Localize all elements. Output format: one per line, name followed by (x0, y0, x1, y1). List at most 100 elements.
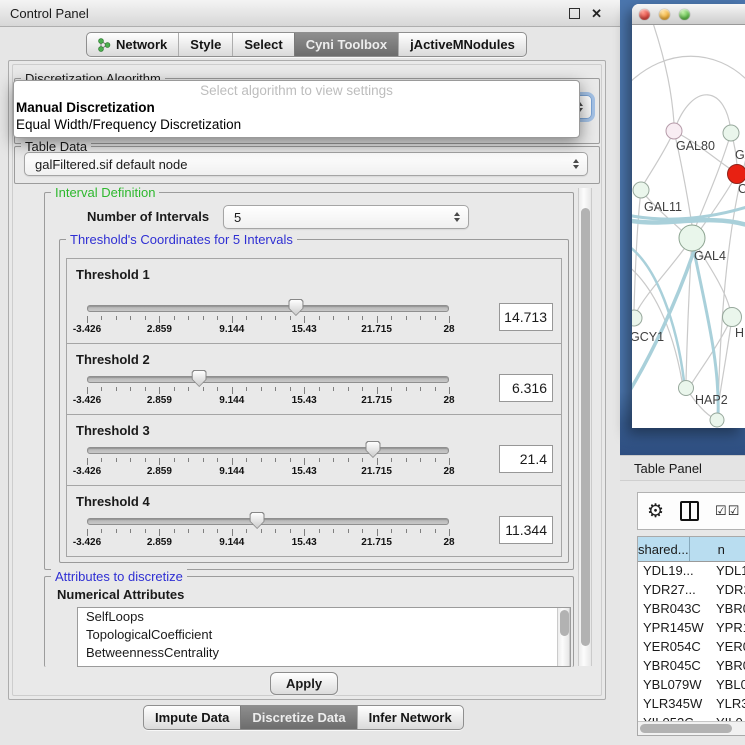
tab-label: Style (190, 37, 221, 52)
tab-label: Infer Network (369, 710, 452, 725)
cell-shared-name[interactable]: YPR145W (638, 618, 708, 637)
network-edge[interactable] (652, 25, 674, 123)
column-header-name[interactable]: n (690, 537, 745, 561)
table-row[interactable]: YPR145WYPR1 (638, 618, 745, 637)
network-node-right[interactable] (723, 308, 742, 327)
cell-name[interactable]: YIL0 (708, 713, 743, 721)
network-edge[interactable] (632, 220, 745, 225)
minimize-traffic-light-icon[interactable] (659, 9, 670, 20)
network-canvas[interactable]: GAL80GACGAL11GAL4GCY1HHAP2 (632, 25, 745, 428)
cell-shared-name[interactable]: YIL052C (638, 713, 708, 721)
network-node-gal11[interactable] (633, 182, 649, 198)
threshold-2-slider-thumb[interactable] (192, 370, 207, 387)
column-header-shared[interactable]: shared... (638, 537, 690, 561)
num-intervals-combo[interactable]: 5 (223, 205, 469, 229)
settings-gear-icon[interactable]: ⚙ (647, 502, 664, 521)
close-icon[interactable]: ✕ (591, 7, 602, 20)
threshold-3-value-field[interactable]: 21.4 (499, 445, 553, 473)
numerical-attributes-label: Numerical Attributes (57, 587, 184, 602)
table-row[interactable]: YBL079WYBL0 (638, 675, 745, 694)
content-scrollbar[interactable] (578, 188, 592, 666)
table-row[interactable]: YDR27...YDR2 (638, 580, 745, 599)
tab-cyni-toolbox[interactable]: Cyni Toolbox (294, 33, 398, 56)
tab-select[interactable]: Select (232, 33, 293, 56)
network-edge[interactable] (632, 251, 694, 395)
cell-shared-name[interactable]: YLR345W (638, 694, 708, 713)
threshold-1-slider[interactable]: -3.4262.8599.14415.4321.71528 (87, 298, 449, 336)
threshold-3-slider-track[interactable] (87, 447, 449, 454)
slider-tick-labels: -3.4262.8599.14415.4321.71528 (87, 537, 449, 549)
table-row[interactable]: YIL052CYIL0 (638, 713, 745, 721)
cell-shared-name[interactable]: YBR043C (638, 599, 708, 618)
attributes-list-scrollbar-thumb[interactable] (560, 610, 569, 636)
table-row[interactable]: YBR045CYBR0 (638, 656, 745, 675)
threshold-3-slider-thumb[interactable] (365, 441, 380, 458)
cell-shared-name[interactable]: YBL079W (638, 675, 708, 694)
table-row[interactable]: YLR345WYLR3 (638, 694, 745, 713)
table-row[interactable]: YBR043CYBR0 (638, 599, 745, 618)
network-node-gal4[interactable] (679, 225, 705, 251)
float-window-icon[interactable] (569, 8, 580, 19)
tab-jactivemnodules[interactable]: jActiveMNodules (398, 33, 526, 56)
cell-name[interactable]: YDL1 (708, 561, 745, 580)
attribute-item-selfloops[interactable]: SelfLoops (78, 608, 570, 626)
split-view-icon[interactable] (680, 501, 699, 521)
network-edge[interactable] (674, 95, 731, 133)
tab-style[interactable]: Style (178, 33, 232, 56)
threshold-4-slider-thumb[interactable] (250, 512, 265, 529)
attributes-list-scrollbar[interactable] (557, 608, 570, 666)
cell-shared-name[interactable]: YER054C (638, 637, 708, 656)
cell-name[interactable]: YLR3 (708, 694, 745, 713)
tab-network[interactable]: Network (87, 33, 178, 56)
attribute-item-betweennesscentrality[interactable]: BetweennessCentrality (78, 644, 570, 662)
network-node-pink[interactable] (666, 123, 682, 139)
cell-name[interactable]: YBR0 (708, 656, 745, 675)
threshold-1-value-field[interactable]: 14.713 (499, 303, 553, 331)
network-node-hap2[interactable] (679, 381, 694, 396)
network-node-gcy1[interactable] (632, 310, 642, 326)
threshold-1-slider-thumb[interactable] (288, 299, 303, 316)
cell-name[interactable]: YDR2 (708, 580, 745, 599)
network-node-bottom[interactable] (710, 413, 724, 427)
threshold-4-slider[interactable]: -3.4262.8599.14415.4321.71528 (87, 511, 449, 549)
cell-name[interactable]: YER0 (708, 637, 745, 656)
tick-label: 9.144 (219, 324, 244, 335)
apply-button[interactable]: Apply (270, 672, 338, 695)
table-data-combo[interactable]: galFiltered.sif default node (24, 152, 588, 176)
algorithm-option-manual-discretization[interactable]: Manual Discretization (14, 99, 579, 116)
network-node-top-right[interactable] (723, 125, 739, 141)
table-row[interactable]: YDL19...YDL1 (638, 561, 745, 580)
network-node-label: H (735, 326, 744, 340)
threshold-3-slider[interactable]: -3.4262.8599.14415.4321.71528 (87, 440, 449, 478)
tab-impute-data[interactable]: Impute Data (144, 706, 240, 729)
algorithm-option-equal-width-frequency-discretization[interactable]: Equal Width/Frequency Discretization (14, 116, 579, 133)
cell-name[interactable]: YBL0 (708, 675, 745, 694)
slider-tick-labels: -3.4262.8599.14415.4321.71528 (87, 466, 449, 478)
cell-shared-name[interactable]: YDR27... (638, 580, 708, 599)
threshold-4-value-field[interactable]: 11.344 (499, 516, 553, 544)
cell-shared-name[interactable]: YBR045C (638, 656, 708, 675)
threshold-1-slider-track[interactable] (87, 305, 449, 312)
network-node-red[interactable] (728, 165, 745, 184)
table-horizontal-scrollbar[interactable] (638, 721, 745, 735)
network-edge[interactable] (642, 131, 674, 187)
threshold-2-slider[interactable]: -3.4262.8599.14415.4321.71528 (87, 369, 449, 407)
table-horizontal-scrollbar-thumb[interactable] (640, 724, 732, 733)
threshold-4-slider-track[interactable] (87, 518, 449, 525)
select-checkboxes-icon[interactable]: ☑☑ (715, 503, 740, 519)
thresholds-group-title: Threshold's Coordinates for 5 Intervals (66, 232, 297, 247)
tab-label: Discretize Data (252, 710, 345, 725)
tab-discretize-data[interactable]: Discretize Data (240, 706, 356, 729)
network-edge[interactable] (632, 56, 745, 85)
close-traffic-light-icon[interactable] (639, 9, 650, 20)
attribute-item-topologicalcoefficient[interactable]: TopologicalCoefficient (78, 626, 570, 644)
content-scrollbar-thumb[interactable] (581, 208, 590, 646)
tab-infer-network[interactable]: Infer Network (357, 706, 463, 729)
cell-shared-name[interactable]: YDL19... (638, 561, 708, 580)
threshold-2-value-field[interactable]: 6.316 (499, 374, 553, 402)
zoom-traffic-light-icon[interactable] (679, 9, 690, 20)
table-row[interactable]: YER054CYER0 (638, 637, 745, 656)
cell-name[interactable]: YBR0 (708, 599, 745, 618)
cell-name[interactable]: YPR1 (708, 618, 745, 637)
threshold-2-slider-track[interactable] (87, 376, 449, 383)
